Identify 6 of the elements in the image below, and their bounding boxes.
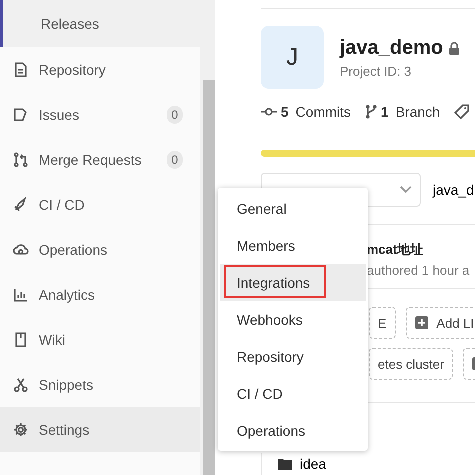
project-id: Project ID: 3 [340, 64, 413, 78]
project-avatar: J [261, 26, 324, 89]
project-name: java_demo [340, 36, 444, 60]
count-badge: 0 [167, 106, 183, 124]
count-badge: 0 [167, 150, 183, 168]
commit-meta: authored 1 hour a [367, 263, 471, 278]
